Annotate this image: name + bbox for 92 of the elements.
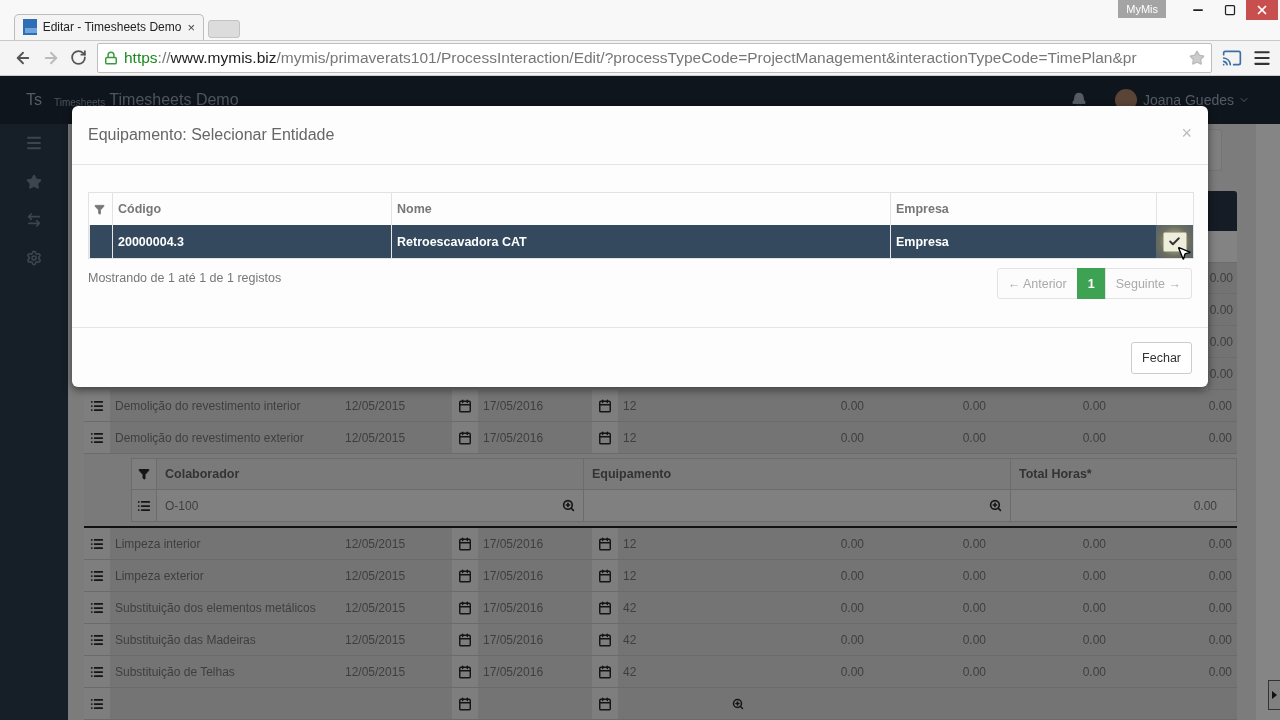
total-hours-field[interactable]: 0.00 (1010, 490, 1225, 521)
calendar-icon (598, 568, 612, 583)
select-button[interactable] (1162, 231, 1187, 252)
calendar-icon (598, 600, 612, 615)
close-icon (1255, 3, 1269, 17)
list-button[interactable] (84, 528, 110, 559)
expand-button[interactable] (1268, 680, 1280, 710)
list-icon (90, 696, 104, 711)
address-field[interactable]: https://www.mymis.biz/mymis/primaverats101/ProcessInteraction/Edit/?processTypeCode=ProjectManagement&interactionTypeCode=TimePlan&pr (97, 42, 1212, 73)
calendar-icon (598, 536, 612, 551)
bell-icon[interactable] (1070, 92, 1087, 108)
dialog-close-button[interactable]: × (1181, 122, 1192, 144)
tab-title: Editar - Timesheets Demo (42, 20, 182, 35)
records-info: Mostrando de 1 até 1 de 1 registos (88, 271, 282, 285)
table-header-edge (1208, 190, 1237, 231)
calendar-button[interactable] (592, 528, 618, 559)
calendar-button[interactable] (592, 592, 618, 623)
table-cell: Retroescavadora CAT (391, 225, 890, 258)
calendar-button[interactable] (592, 390, 618, 421)
calendar-icon (598, 398, 612, 413)
profile-badge[interactable]: MyMis (1118, 0, 1166, 18)
list-icon (90, 430, 104, 445)
calendar-button[interactable] (592, 560, 618, 591)
tab-close[interactable]: × (187, 19, 195, 35)
calendar-icon (598, 696, 612, 711)
triangle-icon (1272, 691, 1277, 699)
calendar-button[interactable] (452, 688, 478, 719)
list-button[interactable] (84, 688, 110, 719)
calendar-icon (598, 632, 612, 647)
search-icon[interactable] (562, 499, 575, 512)
app-logo[interactable]: Ts (26, 91, 42, 109)
calendar-button[interactable] (452, 528, 478, 559)
calendar-button[interactable] (452, 624, 478, 655)
calendar-icon (458, 600, 472, 615)
list-icon (90, 536, 104, 551)
calendar-icon (458, 696, 472, 711)
entity-row[interactable]: 20000004.3 Retroescavadora CAT Empresa (89, 225, 1193, 258)
maximize-icon (1224, 4, 1236, 16)
close-button[interactable] (1246, 0, 1278, 20)
calendar-icon (458, 632, 472, 647)
list-icon (90, 664, 104, 679)
filter-icon (138, 468, 150, 480)
reload-button[interactable] (70, 49, 87, 67)
calendar-button[interactable] (592, 422, 618, 453)
browser-tab[interactable]: Editar - Timesheets Demo × (14, 13, 204, 40)
calendar-icon (458, 398, 472, 413)
list-button[interactable] (84, 592, 110, 623)
filter-button[interactable] (132, 459, 156, 489)
star-icon[interactable] (26, 174, 42, 190)
calendar-button[interactable] (592, 624, 618, 655)
bookmark-star-icon[interactable] (1189, 49, 1205, 66)
table-cell: 20000004.3 (112, 225, 391, 258)
calendar-button[interactable] (452, 560, 478, 591)
check-icon (1168, 235, 1181, 248)
dialog-title: Equipamento: Selecionar Entidade (88, 126, 335, 144)
mouse-cursor-icon (1176, 245, 1192, 261)
pagination-button[interactable]: 1 (1076, 268, 1106, 299)
calendar-icon (458, 430, 472, 445)
logo-caption: Timesheets (54, 96, 106, 108)
calendar-button[interactable] (452, 422, 478, 453)
list-icon (137, 498, 151, 513)
list-button[interactable] (84, 560, 110, 591)
list-icon (90, 600, 104, 615)
list-icon (90, 632, 104, 647)
calendar-icon (598, 664, 612, 679)
filter-icon[interactable] (94, 203, 105, 215)
calendar-button[interactable] (592, 688, 618, 719)
calendar-icon (458, 536, 472, 551)
close-dialog-button[interactable]: Fechar (1131, 341, 1192, 374)
list-icon (90, 568, 104, 583)
calendar-button[interactable] (592, 656, 618, 687)
column-header: Colaborador (165, 467, 240, 481)
calendar-button[interactable] (452, 390, 478, 421)
calendar-button[interactable] (452, 592, 478, 623)
calendar-icon (458, 664, 472, 679)
calendar-icon (598, 430, 612, 445)
search-icon[interactable] (989, 499, 1002, 512)
user-name[interactable]: Joana Guedes (1142, 92, 1234, 108)
calendar-icon (458, 568, 472, 583)
list-button[interactable] (84, 390, 110, 421)
search-icon[interactable] (732, 697, 744, 710)
list-button[interactable] (84, 422, 110, 453)
column-header: Equipamento (592, 467, 672, 481)
calendar-button[interactable] (452, 656, 478, 687)
list-button[interactable] (84, 656, 110, 687)
list-icon (90, 398, 104, 413)
collaborator-field[interactable]: O-100 (156, 490, 583, 521)
favicon-icon (23, 19, 37, 36)
column-header: Total Horas* (1019, 467, 1092, 481)
list-button[interactable] (84, 624, 110, 655)
app-title: Timesheets Demo (109, 91, 240, 109)
lock-icon (104, 50, 118, 65)
